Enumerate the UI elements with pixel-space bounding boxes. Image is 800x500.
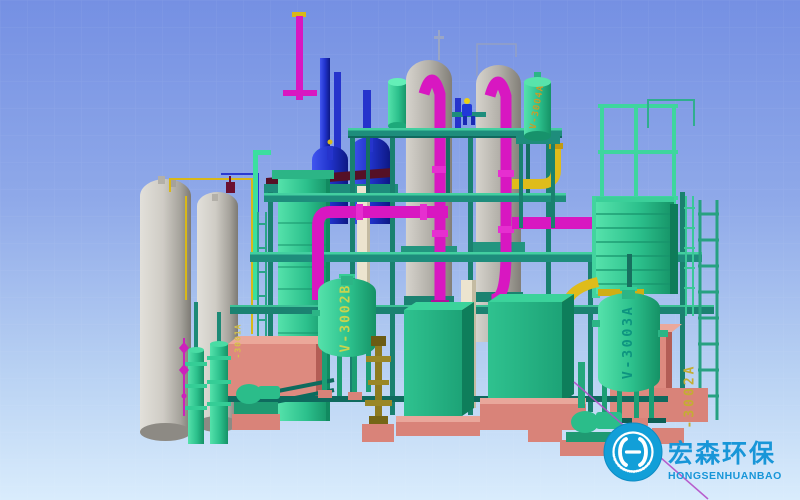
cad-viewport: V-3002B V-3003A -3002A V-3004A -3001A HO… <box>0 0 800 500</box>
vessel-tag-v3003a: V-3003A <box>620 305 636 379</box>
vessel-tag-3002a: -3002A <box>683 364 698 429</box>
magenta-vent-stack <box>296 16 303 100</box>
small-green-drum <box>388 78 407 130</box>
logo-en-text: HONGSENHUANBAO <box>668 470 782 482</box>
vessel-tag-3001a: -3001A <box>234 324 243 359</box>
hard-hat <box>464 98 470 104</box>
logo-cn-text: 宏森环保 <box>668 439 776 468</box>
equipment-box-2 <box>480 294 586 430</box>
vessel-tag-v3002b: V-3002B <box>339 284 354 353</box>
left-pump <box>232 384 280 430</box>
plant-3d-view: V-3002B V-3003A -3002A V-3004A -3001A HO… <box>0 0 800 500</box>
valve-maroon <box>226 182 235 193</box>
